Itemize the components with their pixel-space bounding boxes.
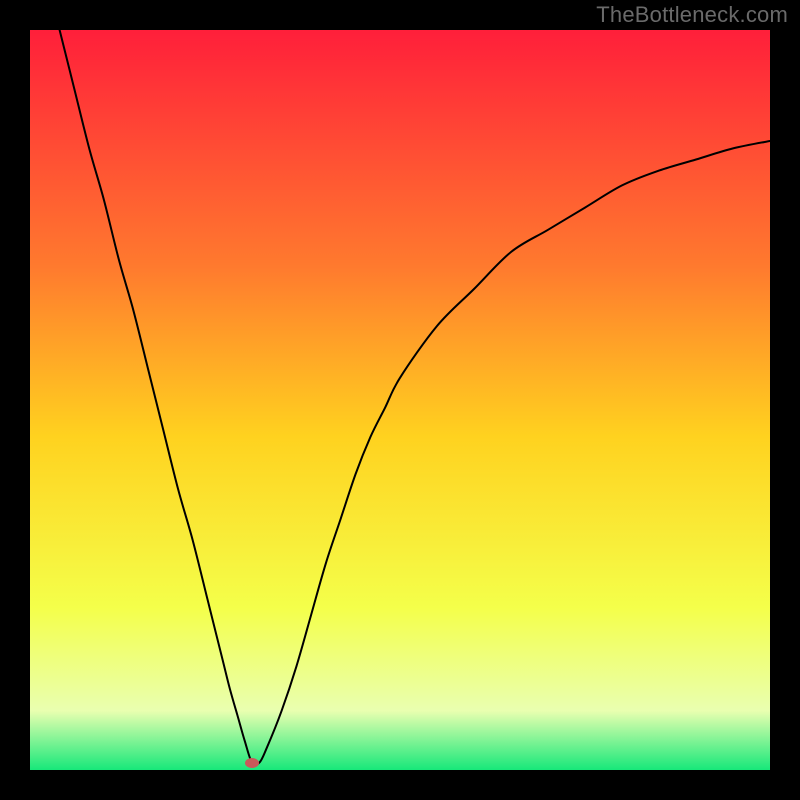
plot-area — [30, 30, 770, 770]
chart-stage: TheBottleneck.com — [0, 0, 800, 800]
chart-svg — [30, 30, 770, 770]
watermark-text: TheBottleneck.com — [596, 2, 788, 28]
minimum-marker — [245, 758, 259, 768]
gradient-background — [30, 30, 770, 770]
